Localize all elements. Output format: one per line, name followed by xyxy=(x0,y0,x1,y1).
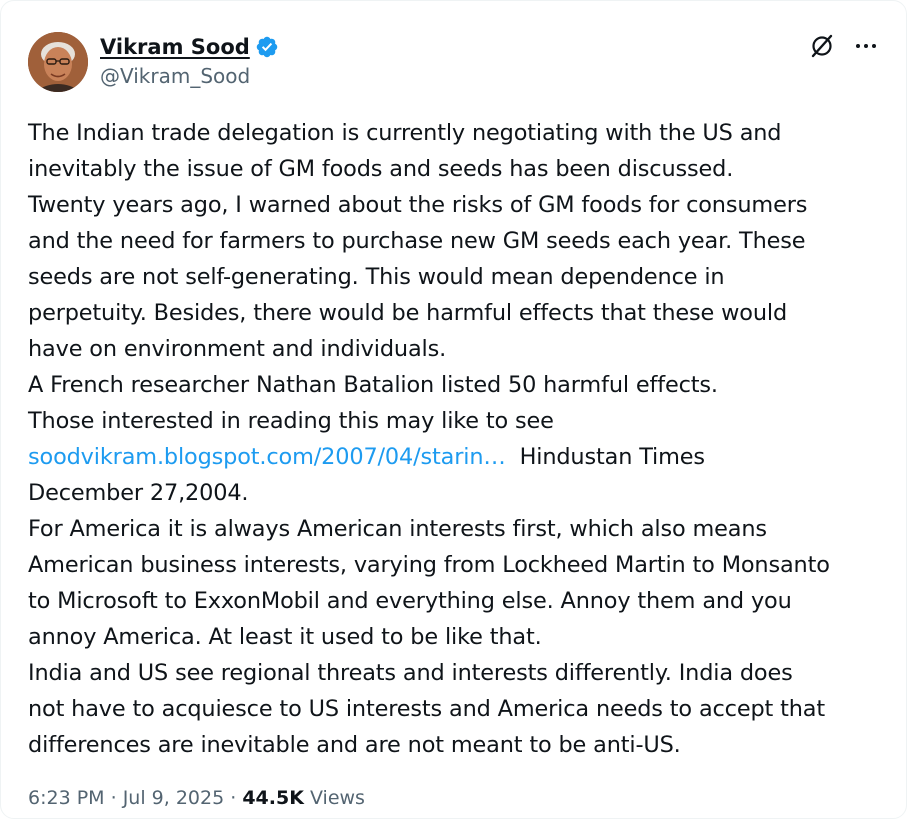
verified-badge-icon xyxy=(256,36,278,58)
tweet-line: The Indian trade delegation is currently… xyxy=(28,120,782,146)
author-handle[interactable]: @Vikram_Sood xyxy=(100,64,250,88)
avatar[interactable] xyxy=(28,32,88,92)
tweet-line: not have to acquiesce to US interests an… xyxy=(28,696,825,722)
tweet-line: For America it is always American intere… xyxy=(28,516,767,542)
tweet-line: Twenty years ago, I warned about the ris… xyxy=(28,192,808,218)
tweet-line: perpetuity. Besides, there would be harm… xyxy=(28,300,788,326)
tweet-line: A French researcher Nathan Batalion list… xyxy=(28,372,718,398)
tweet-line: India and US see regional threats and in… xyxy=(28,660,793,686)
tweet-time[interactable]: 6:23 PM xyxy=(28,787,105,809)
tweet-line: have on environment and individuals. xyxy=(28,336,447,362)
tweet-date[interactable]: Jul 9, 2025 xyxy=(123,787,225,809)
tweet-line: American business interests, varying fro… xyxy=(28,552,830,578)
tweet-link-line: soodvikram.blogspot.com/2007/04/starin… … xyxy=(28,439,888,475)
tweet-line: Those interested in reading this may lik… xyxy=(28,408,554,434)
author-name[interactable]: Vikram Sood xyxy=(100,35,250,59)
tweet-line: differences are inevitable and are not m… xyxy=(28,732,681,758)
top-actions xyxy=(808,32,880,60)
grok-icon[interactable] xyxy=(808,32,836,60)
views-count[interactable]: 44.5K xyxy=(242,787,304,809)
author-name-row: Vikram Sood xyxy=(100,33,279,61)
tweet-line: annoy America. At least it used to be li… xyxy=(28,624,542,650)
tweet-line: and the need for farmers to purchase new… xyxy=(28,228,806,254)
tweet-card: Vikram Sood @Vikram_Sood The Indian trad… xyxy=(0,0,907,819)
tweet-meta: 6:23 PM · Jul 9, 2025 · 44.5K Views xyxy=(28,787,365,809)
link-trailing-text: Hindustan Times xyxy=(505,444,706,470)
tweet-line: seeds are not self-generating. This woul… xyxy=(28,264,725,290)
tweet-text: The Indian trade delegation is currently… xyxy=(28,115,888,763)
blog-link[interactable]: soodvikram.blogspot.com/2007/04/starin… xyxy=(28,444,506,470)
more-icon[interactable] xyxy=(852,32,880,60)
views-label: Views xyxy=(303,787,365,809)
tweet-line: December 27,2004. xyxy=(28,480,249,506)
tweet-line: inevitably the issue of GM foods and see… xyxy=(28,156,734,182)
tweet-line: to Microsoft to ExxonMobil and everythin… xyxy=(28,588,792,614)
meta-separator: · xyxy=(224,787,243,809)
meta-separator: · xyxy=(104,787,123,809)
